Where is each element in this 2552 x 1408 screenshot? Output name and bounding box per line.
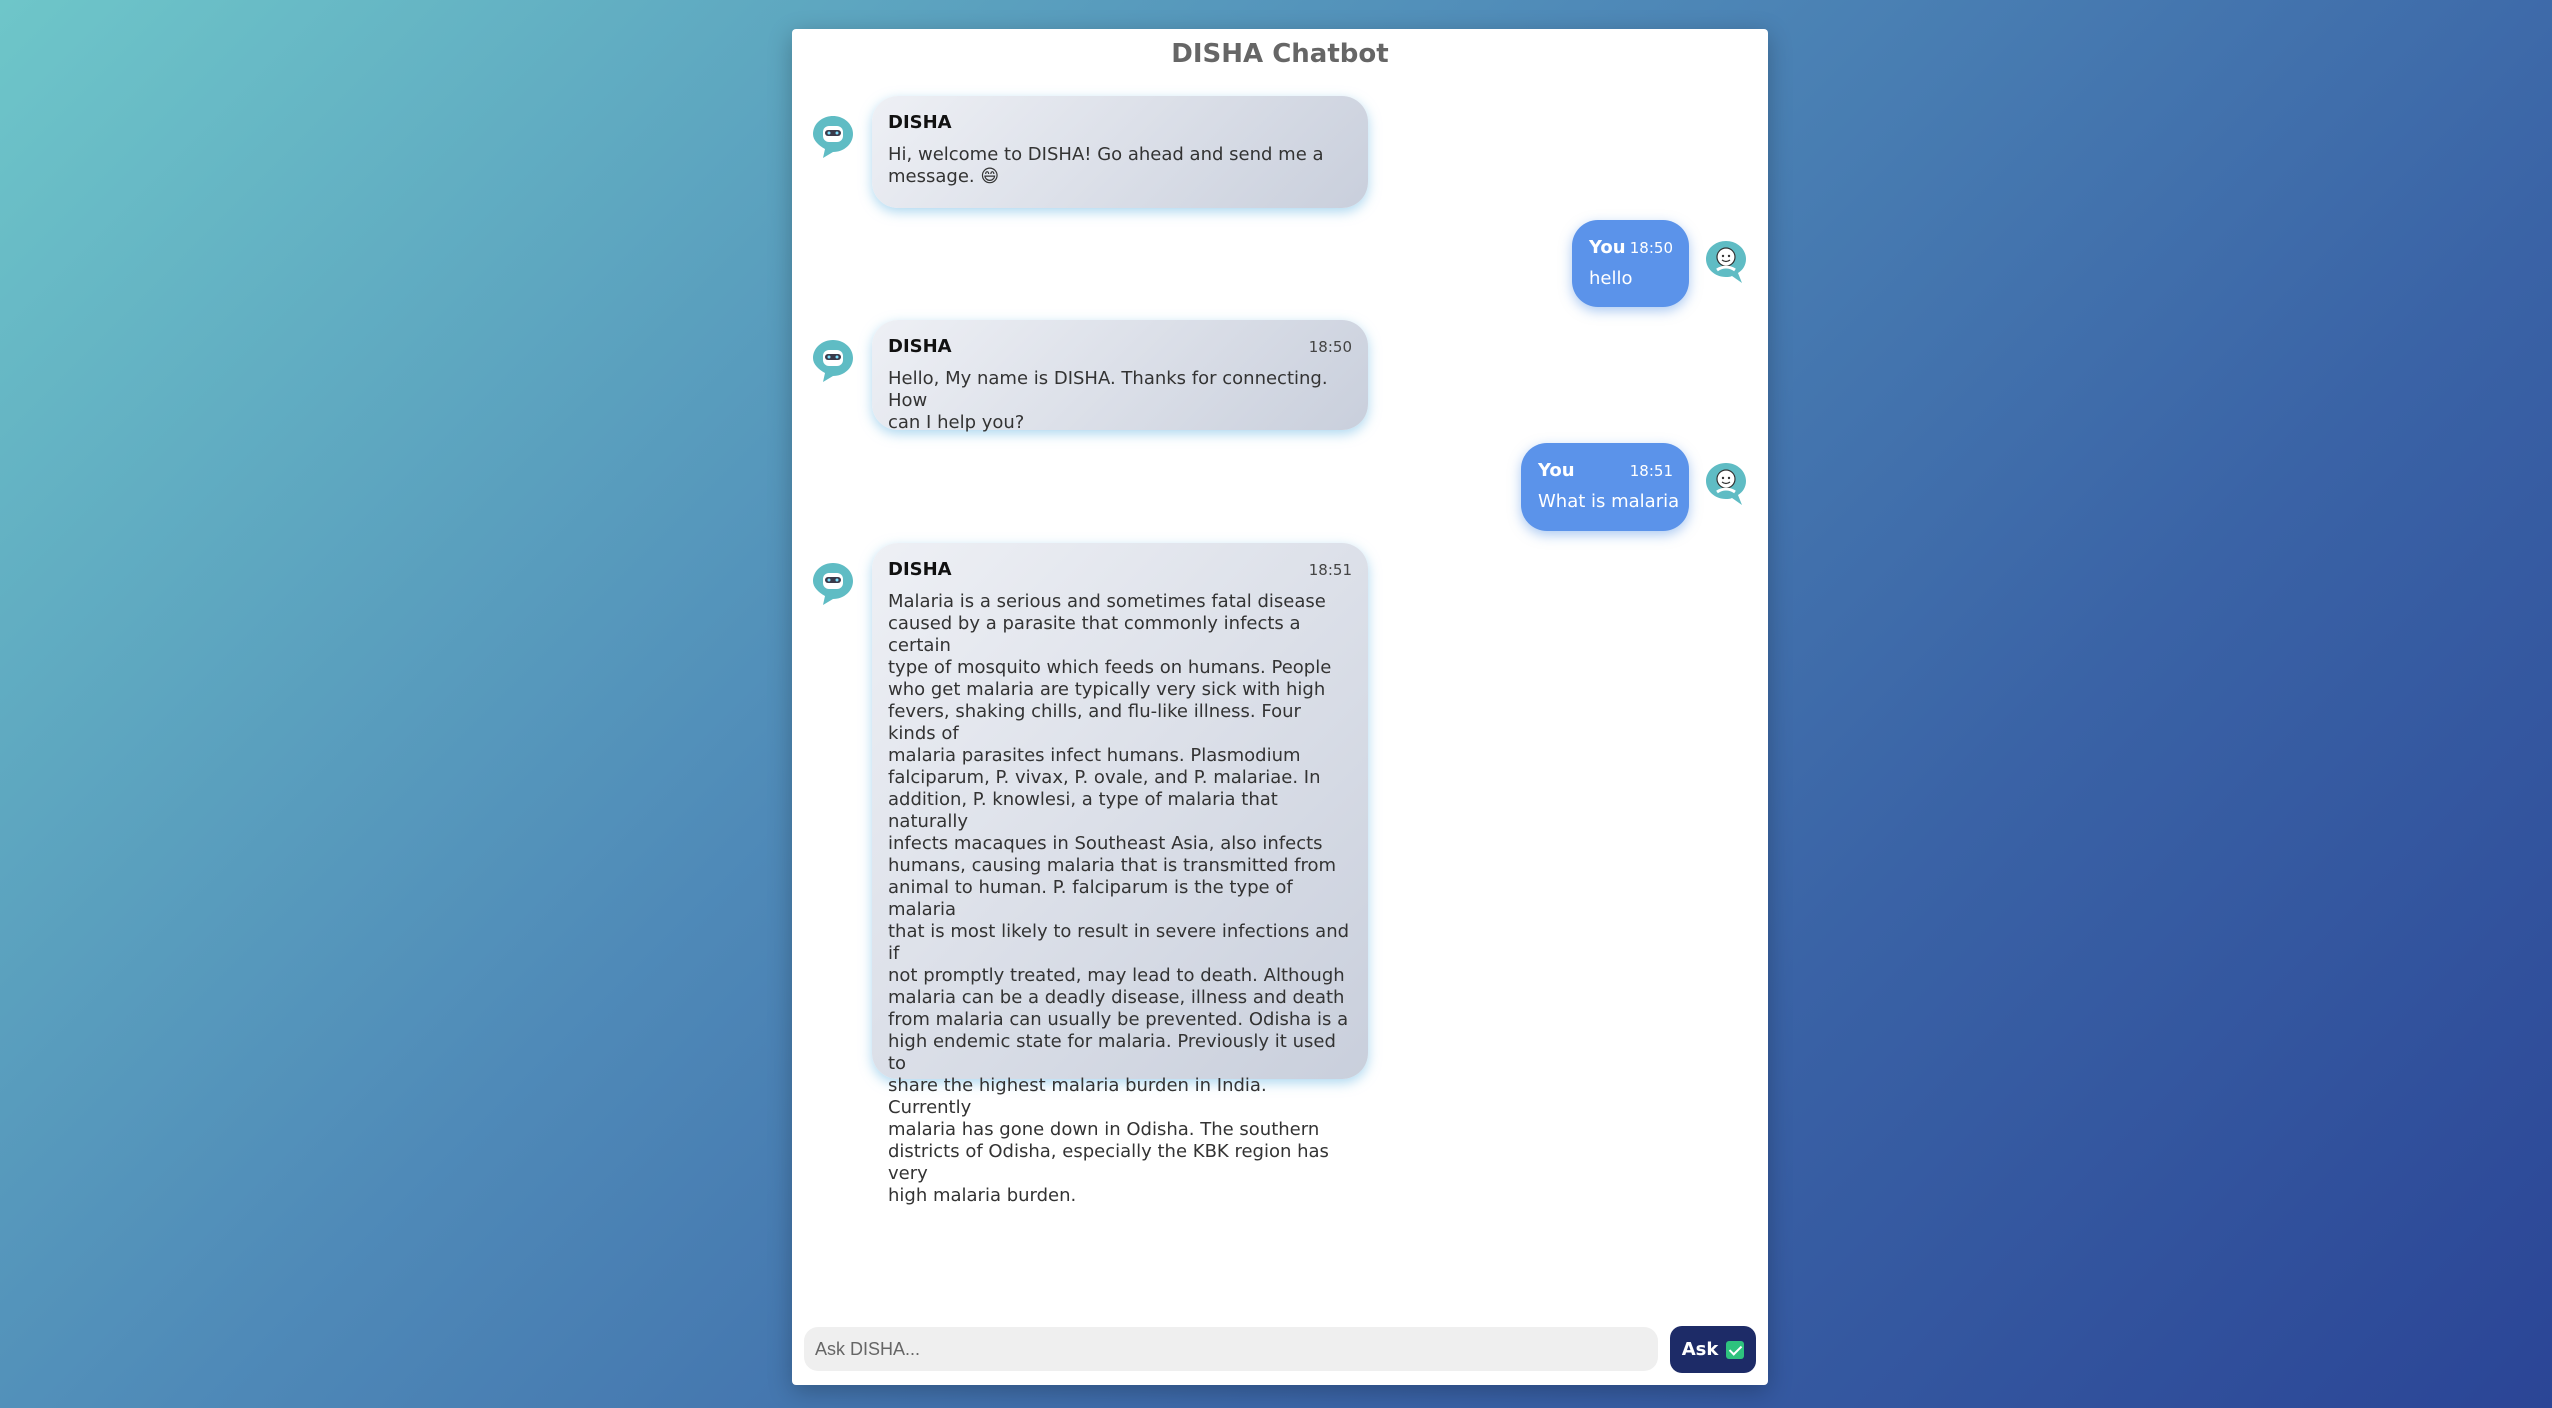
- message-text: hello: [1589, 268, 1633, 289]
- check-icon: [1726, 1340, 1745, 1359]
- message-text: Hello, My name is DISHA. Thanks for conn…: [888, 368, 1328, 433]
- message-time: 18:51: [1629, 462, 1673, 480]
- bot-avatar-icon: [811, 112, 855, 160]
- bot-avatar-icon: [811, 336, 855, 384]
- message-time: 18:50: [1629, 239, 1673, 257]
- bot-message-bubble: DISHA 18:51 Malaria is a serious and som…: [872, 543, 1368, 1206]
- message-sender: DISHA: [888, 336, 952, 357]
- ask-button[interactable]: Ask: [1670, 1326, 1756, 1373]
- chat-title: DISHA Chatbot: [1171, 39, 1389, 69]
- message-sender: You: [1589, 237, 1626, 258]
- message-sender: DISHA: [888, 112, 952, 133]
- bot-message-bubble: DISHA Hi, welcome to DISHA! Go ahead and…: [872, 96, 1368, 208]
- message-time: 18:50: [1308, 338, 1352, 356]
- chat-input[interactable]: [804, 1327, 1658, 1371]
- message-sender: You: [1538, 460, 1575, 481]
- message-time: 18:51: [1308, 561, 1352, 579]
- user-avatar-icon: [1704, 237, 1748, 285]
- message-text: Hi, welcome to DISHA! Go ahead and send …: [888, 144, 1324, 187]
- ask-button-label: Ask: [1681, 1339, 1719, 1360]
- bot-avatar-icon: [811, 559, 855, 607]
- user-avatar-icon: [1704, 459, 1748, 507]
- message-sender: DISHA: [888, 559, 952, 580]
- chat-window: DISHA Chatbot DISHA Hi, welcome to DISHA…: [792, 29, 1768, 1385]
- bot-message-bubble: DISHA 18:50 Hello, My name is DISHA. Tha…: [872, 320, 1368, 433]
- user-message-bubble: You 18:51 What is malaria: [1521, 443, 1689, 531]
- user-message-bubble: You 18:50 hello: [1572, 220, 1689, 307]
- message-text: Malaria is a serious and sometimes fatal…: [888, 591, 1350, 1206]
- message-text: What is malaria: [1538, 491, 1680, 512]
